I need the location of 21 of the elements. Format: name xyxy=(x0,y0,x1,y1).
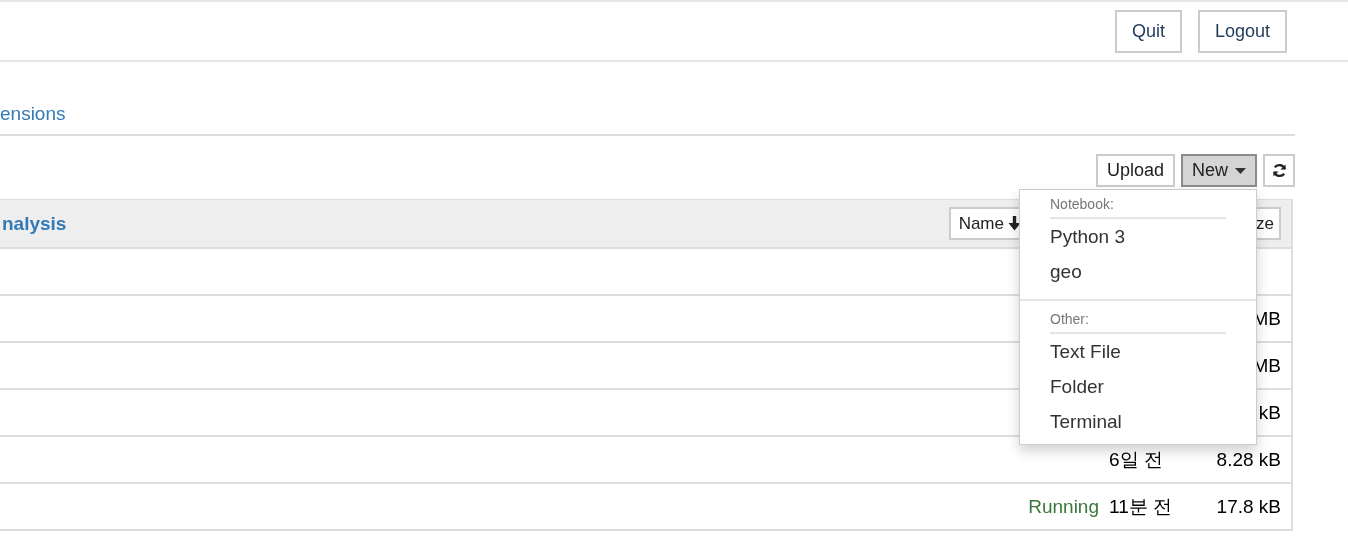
refresh-icon xyxy=(1271,163,1287,178)
menu-item[interactable]: geo xyxy=(1020,254,1256,289)
menu-item[interactable]: Folder xyxy=(1020,369,1256,404)
tab-link[interactable]: ensions xyxy=(0,102,66,126)
caret-icon xyxy=(1235,167,1246,174)
new-button[interactable]: New xyxy=(1181,154,1257,187)
file-size: kB xyxy=(1257,401,1281,424)
modified-time: 11분 전 xyxy=(1109,494,1173,519)
file-size: 8.28 kB xyxy=(1215,448,1281,471)
modified-time: 6일 전 xyxy=(1109,447,1164,472)
refresh-button[interactable] xyxy=(1263,154,1295,187)
upload-button[interactable]: Upload xyxy=(1095,154,1175,187)
header-button[interactable]: Logout xyxy=(1197,9,1287,53)
header-button[interactable]: Quit xyxy=(1114,9,1182,53)
menu-item[interactable]: Terminal xyxy=(1020,404,1256,439)
file-size: 17.8 kB xyxy=(1215,495,1281,518)
running-status: Running xyxy=(1028,495,1099,518)
menu-section-header: Notebook: xyxy=(1050,194,1226,219)
menu-section-header: Other: xyxy=(1050,309,1226,334)
menu-item[interactable]: Text File xyxy=(1020,334,1256,369)
breadcrumb-link[interactable]: nalysis xyxy=(2,212,67,235)
